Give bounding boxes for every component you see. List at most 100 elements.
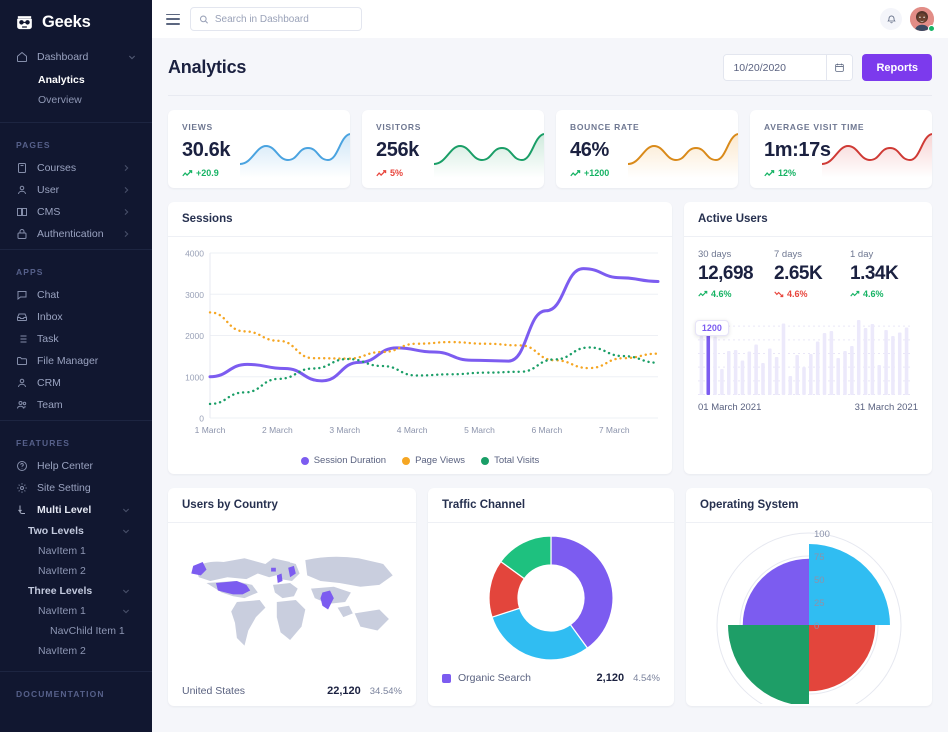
brand-name: Geeks [42, 12, 91, 31]
svg-text:4000: 4000 [185, 249, 204, 259]
sidebar-item-task[interactable]: Task [0, 328, 152, 350]
svg-text:7 March: 7 March [599, 425, 630, 435]
operating-system-polar-chart[interactable]: 0 25 50 75 100 [709, 529, 909, 704]
date-range-field[interactable] [723, 54, 854, 81]
svg-text:25: 25 [814, 598, 825, 609]
stat-card-average-visit-time: AVERAGE VISIT TIME 1m:17s 12% [750, 110, 932, 188]
users-by-country-card: Users by Country United States 22,120 34… [168, 488, 416, 706]
sidebar-item-navitem-1[interactable]: NavItem 1 [0, 541, 152, 561]
hamburger-icon[interactable] [166, 13, 180, 25]
calendar-button[interactable] [826, 55, 853, 80]
stat-value: 1m:17s [764, 139, 831, 161]
status-dot [928, 25, 935, 32]
sidebar-divider [0, 249, 152, 250]
sidebar-item-three-levels[interactable]: Three Levels [0, 581, 152, 601]
sidebar-item-user[interactable]: User [0, 179, 152, 201]
sidebar-item-authentication[interactable]: Authentication [0, 223, 152, 245]
stat-label: AVERAGE VISIT TIME [764, 122, 865, 132]
gear-icon [17, 483, 27, 493]
search-box[interactable] [190, 7, 362, 31]
channel-values: 2,120 4.54% [597, 672, 660, 684]
book-icon [18, 163, 26, 173]
active-users-bar-chart[interactable] [698, 313, 910, 395]
legend-item[interactable]: Session Duration [300, 455, 386, 466]
sidebar-item-label: Dashboard [37, 51, 89, 63]
legend-item[interactable]: Page Views [402, 455, 465, 466]
search-input[interactable] [214, 13, 353, 25]
stat-delta-value: 12% [778, 168, 797, 178]
bell-icon [886, 15, 896, 23]
sidebar-item-crm[interactable]: CRM [0, 372, 152, 394]
sidebar-item-dashboard[interactable]: Dashboard [0, 46, 152, 68]
team-icon [17, 401, 27, 409]
period-value: 12,698 [698, 263, 754, 284]
sessions-line-chart[interactable]: 0 1000 2000 3000 4000 1 March 2 March 3 March 4 … [176, 243, 664, 448]
chevron-right-icon [124, 230, 129, 238]
sidebar-item-label: Help Center [37, 460, 94, 472]
sidebar-item-team[interactable]: Team [0, 394, 152, 416]
topbar [152, 0, 948, 38]
country-percent: 34.54% [369, 686, 402, 697]
world-map[interactable] [178, 531, 406, 671]
lock-icon [17, 229, 27, 239]
sparkline-bounce-rate [628, 133, 738, 178]
sidebar-item-cms[interactable]: CMS [0, 201, 152, 223]
avatar[interactable] [910, 7, 935, 32]
channel-name-wrap: Organic Search [442, 672, 531, 684]
notifications-button[interactable] [880, 8, 902, 30]
sidebar-item-multi-level[interactable]: Multi Level [0, 499, 152, 521]
country-value: 22,120 [327, 685, 361, 697]
period-label: 1 day [850, 249, 874, 260]
users-by-country-title: Users by Country [168, 488, 416, 523]
sidebar-item-navitem-2-nested[interactable]: NavItem 2 [0, 641, 152, 661]
svg-text:0: 0 [199, 414, 204, 424]
sidebar-item-navchild-item-1[interactable]: NavChild Item 1 [0, 621, 152, 641]
cms-icon [17, 208, 27, 216]
geek-face-icon [17, 16, 32, 30]
sidebar-item-label: Two Levels [28, 525, 84, 537]
period-delta-value: 4.6% [711, 289, 732, 299]
trend-up-icon [182, 169, 193, 176]
stat-value: 46% [570, 139, 609, 161]
sidebar-item-inbox[interactable]: Inbox [0, 306, 152, 328]
stat-label: BOUNCE RATE [570, 122, 640, 132]
svg-text:0: 0 [814, 621, 819, 632]
sidebar-item-file-manager[interactable]: File Manager [0, 350, 152, 372]
date-input[interactable] [724, 55, 827, 80]
brand[interactable]: Geeks [0, 0, 152, 42]
period-label: 30 days [698, 249, 732, 260]
region-iceland [271, 567, 276, 572]
svg-text:4 March: 4 March [397, 425, 428, 435]
sidebar-item-site-setting[interactable]: Site Setting [0, 477, 152, 499]
reports-button[interactable]: Reports [862, 54, 932, 81]
sidebar-item-navitem-1-nested[interactable]: NavItem 1 [0, 601, 152, 621]
legend-label: Total Visits [494, 455, 540, 466]
app-root: Geeks Dashboard Analytics Overview PAGES… [0, 0, 948, 732]
sidebar-item-courses[interactable]: Courses [0, 157, 152, 179]
end-date: 31 March 2021 [854, 402, 918, 413]
sidebar-item-analytics[interactable]: Analytics [0, 70, 152, 90]
sidebar-item-overview[interactable]: Overview [0, 90, 152, 110]
inbox-icon [17, 313, 27, 321]
stat-text: AVERAGE VISIT TIME 1m:17s 12% [764, 122, 864, 178]
legend-item[interactable]: Total Visits [481, 455, 539, 466]
arrow-branch-icon [18, 505, 25, 514]
chat-icon [17, 291, 27, 301]
page-title: Analytics [168, 57, 247, 77]
sidebar-item-help-center[interactable]: Help Center [0, 455, 152, 477]
chevron-down-icon [122, 508, 130, 513]
stat-delta-value: 5% [390, 168, 404, 178]
chevron-down-icon [122, 589, 130, 594]
sidebar-item-chat[interactable]: Chat [0, 284, 152, 306]
sidebar-item-label: Team [37, 399, 63, 411]
traffic-channel-donut-chart[interactable] [486, 533, 616, 663]
stat-text: VIEWS 30.6k +20.9 [182, 122, 230, 178]
active-users-col-7-days: 7 days 2.65K 4.6% [774, 249, 842, 299]
active-users-stats: 30 days 12,698 4.6% 7 days 2.65K 4.6% 1 … [698, 249, 918, 299]
active-users-dates: 01 March 2021 31 March 2021 [698, 402, 918, 413]
stat-value: 30.6k [182, 139, 231, 161]
sidebar-item-two-levels[interactable]: Two Levels [0, 521, 152, 541]
sidebar-item-navitem-2[interactable]: NavItem 2 [0, 561, 152, 581]
sidebar-item-label: Task [37, 333, 59, 345]
user-icon [18, 378, 26, 388]
